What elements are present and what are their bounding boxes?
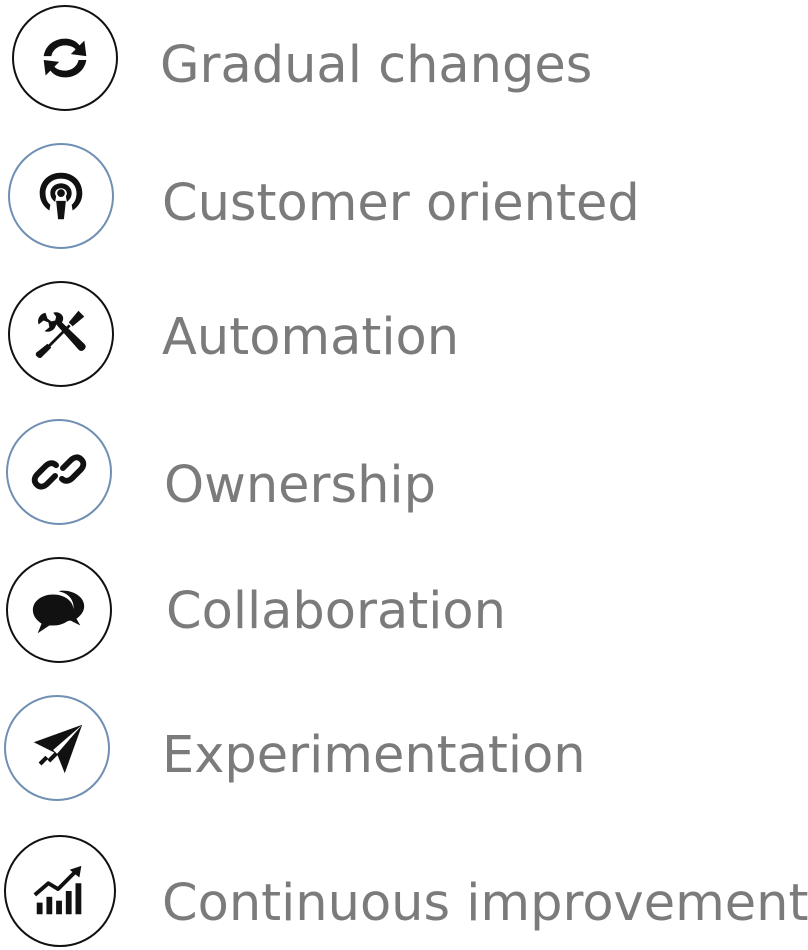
item-label: Continuous improvement bbox=[162, 874, 808, 933]
refresh-arrows-icon-circle bbox=[12, 5, 118, 111]
speech-bubbles-icon-circle bbox=[6, 557, 112, 663]
list-item-ownership: Ownership bbox=[0, 416, 808, 536]
wrench-screwdriver-icon-circle bbox=[8, 281, 114, 387]
list-item-automation: Automation bbox=[0, 278, 808, 398]
list-item-experimentation: Experimentation bbox=[0, 692, 808, 812]
item-label: Gradual changes bbox=[160, 36, 593, 95]
item-label: Collaboration bbox=[166, 582, 506, 641]
list-item-continuous-improvement: Continuous improvement bbox=[0, 830, 808, 950]
chain-link-icon-circle bbox=[6, 419, 112, 525]
podcast-icon bbox=[39, 172, 83, 220]
refresh-arrows-icon bbox=[43, 38, 87, 78]
paper-plane-icon-circle bbox=[4, 695, 110, 801]
item-label: Automation bbox=[162, 308, 460, 367]
chain-link-icon bbox=[31, 454, 87, 490]
list-item-gradual-changes: Gradual changes bbox=[0, 2, 808, 122]
growth-chart-icon-circle bbox=[4, 835, 116, 947]
list-item-collaboration: Collaboration bbox=[0, 554, 808, 674]
speech-bubbles-icon bbox=[32, 590, 85, 634]
growth-chart-icon bbox=[33, 865, 82, 915]
list-item-customer-oriented: Customer oriented bbox=[0, 140, 808, 260]
item-label: Customer oriented bbox=[162, 174, 640, 233]
paper-plane-icon bbox=[33, 724, 83, 774]
item-label: Ownership bbox=[164, 456, 436, 515]
wrench-screwdriver-icon bbox=[35, 310, 86, 359]
item-label: Experimentation bbox=[162, 726, 586, 785]
podcast-icon-circle bbox=[8, 143, 114, 249]
